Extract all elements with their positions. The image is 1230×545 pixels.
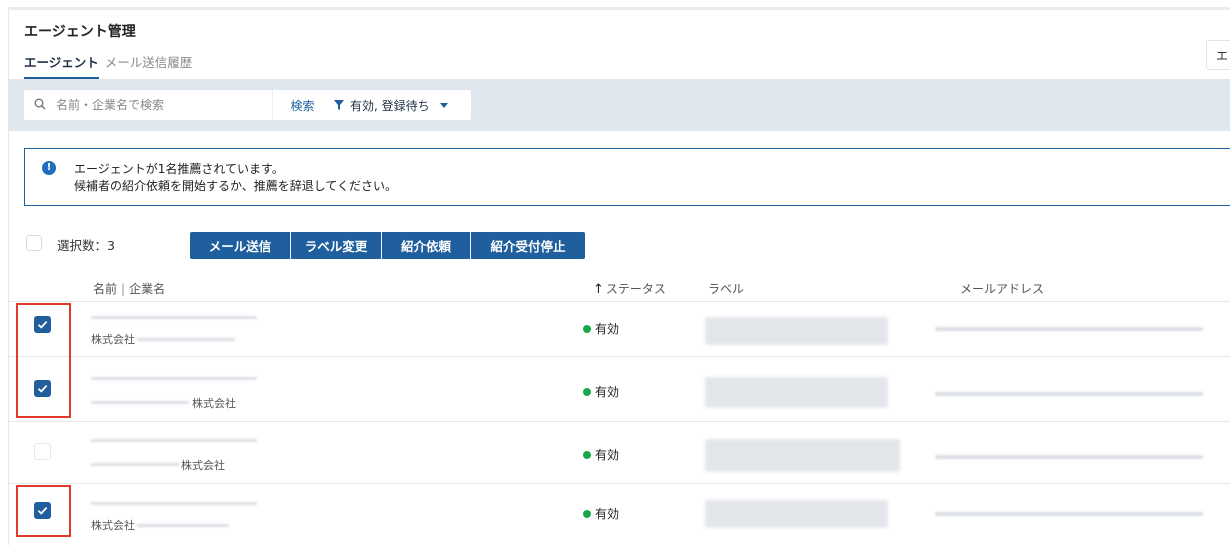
annotation-highlight — [16, 303, 71, 418]
select-all-checkbox[interactable] — [26, 235, 42, 251]
bulk-action-group: メール送信 ラベル変更 紹介依頼 紹介受付停止 — [190, 232, 585, 259]
email-redacted — [935, 455, 1203, 459]
selected-count: 選択数：3 — [57, 238, 115, 253]
tab-bar: エージェント メール送信履歴 — [24, 52, 192, 80]
status-label: 有効 — [595, 448, 620, 462]
request-referral-button[interactable]: 紹介依頼 — [382, 232, 471, 259]
divider — [9, 483, 1230, 484]
label-redacted — [705, 439, 900, 472]
status-cell: 有効 — [583, 505, 619, 522]
status-dot-icon — [583, 324, 591, 333]
recommendation-alert: ! エージェントが1名推薦されています。 候補者の紹介依頼を開始するか、推薦を辞… — [24, 148, 1230, 206]
company-name: 株式会社 — [181, 459, 225, 472]
column-status-label: ステータス — [605, 282, 666, 296]
search-input[interactable] — [56, 96, 236, 114]
tab-agents[interactable]: エージェント — [24, 52, 99, 80]
label-redacted — [705, 317, 888, 345]
page-title: エージェント管理 — [24, 24, 136, 40]
truncated-button[interactable]: エ — [1206, 40, 1230, 70]
agent-name-redacted — [91, 377, 257, 380]
alert-instruction: 候補者の紹介依頼を開始するか、推薦を辞退してください。 — [74, 179, 398, 193]
caret-down-icon — [439, 102, 448, 108]
search-box: 検索 — [24, 90, 332, 120]
divider — [9, 301, 1230, 302]
stop-referral-button[interactable]: 紹介受付停止 — [471, 232, 585, 259]
divider — [9, 421, 1230, 422]
filter-icon — [334, 100, 344, 110]
agent-name-redacted — [91, 316, 257, 319]
status-dot-icon — [583, 509, 591, 518]
label-redacted — [705, 500, 888, 528]
send-mail-button[interactable]: メール送信 — [190, 232, 291, 259]
company-name-redacted — [137, 524, 229, 527]
status-dot-icon — [583, 387, 591, 396]
label-redacted — [705, 377, 888, 408]
company-name-redacted — [91, 463, 179, 466]
divider — [9, 356, 1230, 357]
agent-name-redacted — [91, 439, 257, 442]
column-header-status[interactable]: ↑ ステータス — [593, 280, 666, 297]
status-label: 有効 — [595, 385, 620, 399]
email-redacted — [935, 327, 1203, 331]
company-name-redacted — [137, 338, 235, 341]
sort-up-icon: ↑ — [593, 282, 604, 297]
row-checkbox[interactable] — [34, 443, 51, 460]
status-label: 有効 — [595, 322, 620, 336]
status-cell: 有効 — [583, 446, 619, 463]
info-icon: ! — [42, 161, 56, 175]
status-filter-dropdown[interactable]: 有効, 登録待ち — [322, 90, 471, 120]
status-dot-icon — [583, 450, 591, 459]
column-header-label[interactable]: ラベル — [708, 280, 744, 297]
email-redacted — [935, 392, 1203, 396]
column-company-label: 企業名 — [129, 282, 166, 296]
company-name: 株式会社 — [192, 397, 236, 410]
tab-mail-history[interactable]: メール送信履歴 — [105, 52, 193, 80]
column-name-label: 名前 — [93, 282, 118, 296]
column-header-name[interactable]: 名前 | 企業名 — [93, 280, 165, 297]
company-name: 株式会社 — [91, 519, 135, 532]
column-separator: | — [121, 282, 126, 296]
search-icon — [34, 98, 46, 110]
change-label-button[interactable]: ラベル変更 — [291, 232, 382, 259]
email-redacted — [935, 512, 1203, 516]
agent-name-redacted — [91, 502, 257, 505]
annotation-highlight — [16, 485, 71, 537]
company-name-redacted — [91, 401, 189, 404]
company-name: 株式会社 — [91, 333, 135, 346]
column-header-email[interactable]: メールアドレス — [960, 280, 1044, 297]
status-label: 有効 — [595, 507, 620, 521]
status-cell: 有効 — [583, 320, 619, 337]
alert-message: エージェントが1名推薦されています。 — [74, 162, 284, 176]
status-filter-value: 有効, 登録待ち — [350, 98, 430, 113]
status-cell: 有効 — [583, 383, 619, 400]
